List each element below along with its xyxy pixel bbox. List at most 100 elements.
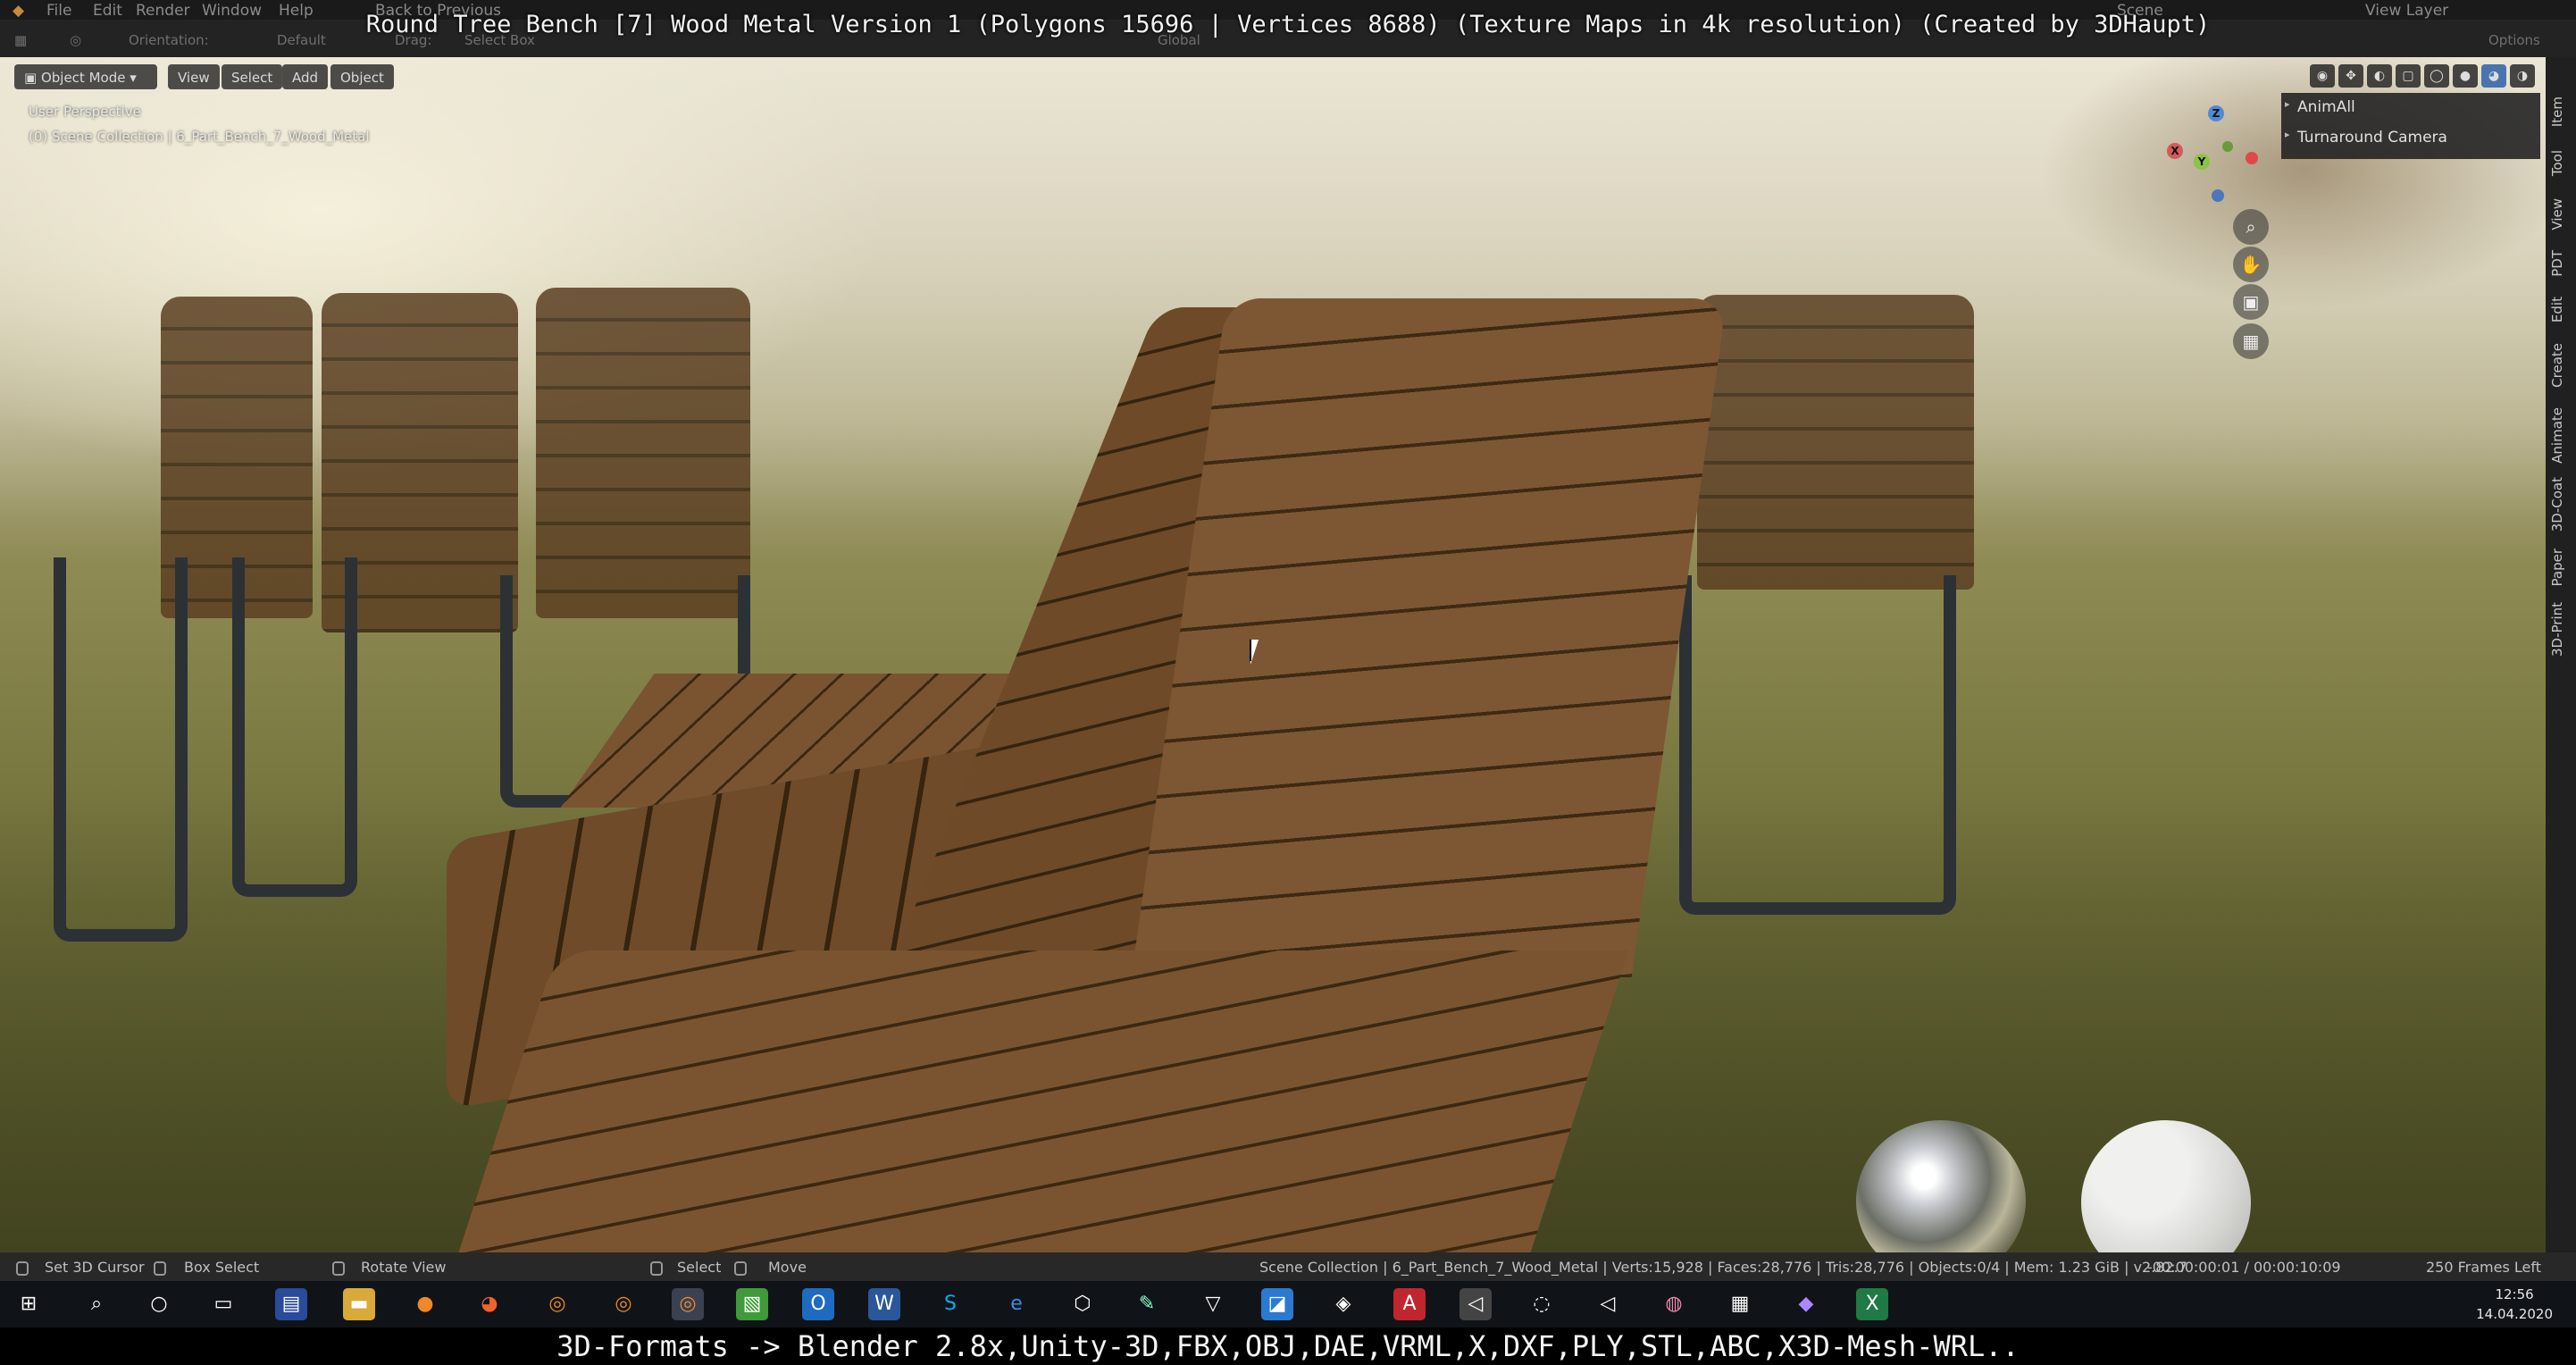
save-app-icon[interactable]: ▤ bbox=[275, 1288, 307, 1320]
gizmo-z-axis[interactable]: Z bbox=[2208, 105, 2224, 121]
tab-view[interactable]: View bbox=[2549, 198, 2572, 230]
perspective-grid-icon[interactable]: ▦ bbox=[2233, 323, 2269, 359]
status-move: Move bbox=[768, 1259, 807, 1276]
tab-3d-print[interactable]: 3D-Print bbox=[2549, 602, 2572, 657]
mouse-left-icon bbox=[650, 1259, 663, 1276]
unity-icon[interactable]: ◁ bbox=[1459, 1288, 1492, 1320]
skype-icon[interactable]: S bbox=[934, 1288, 966, 1320]
sidebar-panel: ▸ AnimAll ▸ Turnaround Camera bbox=[2281, 93, 2540, 159]
add-menu[interactable]: Add bbox=[282, 64, 329, 89]
gizmo-neg-y[interactable] bbox=[2222, 141, 2233, 152]
panel-turnaround-camera[interactable]: ▸ Turnaround Camera bbox=[2285, 129, 2447, 147]
bench-leg bbox=[232, 557, 357, 897]
bench-leg bbox=[54, 557, 188, 942]
object-mode-icon: ▣ bbox=[24, 70, 41, 86]
maps-icon[interactable]: ◆ bbox=[1790, 1288, 1822, 1320]
material-shading-icon[interactable]: ◕ bbox=[2481, 64, 2506, 88]
overlay-toggle-icon[interactable]: ◐ bbox=[2367, 64, 2392, 88]
task-view-icon[interactable]: ▭ bbox=[207, 1288, 239, 1320]
pan-hand-icon[interactable]: ✋ bbox=[2233, 247, 2269, 282]
status-set-cursor: Set 3D Cursor bbox=[45, 1259, 145, 1276]
status-select: Select bbox=[677, 1259, 722, 1276]
select-menu[interactable]: Select bbox=[222, 64, 283, 89]
wireframe-shading-icon[interactable]: ◯ bbox=[2424, 64, 2449, 88]
xray-toggle-icon[interactable]: ▢ bbox=[2396, 64, 2421, 88]
view-menu[interactable]: View bbox=[168, 64, 220, 89]
mouse-left-icon bbox=[16, 1259, 29, 1276]
mouse-cursor-icon bbox=[1250, 640, 1259, 665]
object-mode-label: Object Mode bbox=[40, 70, 126, 86]
app-icon[interactable]: ◪ bbox=[1261, 1288, 1293, 1320]
box-3d-icon[interactable]: ⬡ bbox=[1066, 1288, 1099, 1320]
search-icon[interactable]: ⌕ bbox=[80, 1288, 113, 1320]
video-subtitle-overlay: 3D-Formats -> Blender 2.8x,Unity-3D,FBX,… bbox=[0, 1327, 2576, 1365]
file-explorer-icon[interactable]: ▬ bbox=[343, 1288, 375, 1320]
video-title-overlay: Round Tree Bench [7] Wood Metal Version … bbox=[365, 11, 2211, 38]
panel-animall-label: AnimAll bbox=[2297, 98, 2355, 116]
object-mode-dropdown[interactable]: ▣ Object Mode ▾ bbox=[14, 64, 157, 89]
taskbar-clock[interactable]: 12:56 14.04.2020 bbox=[2476, 1285, 2553, 1324]
tab-tool[interactable]: Tool bbox=[2549, 150, 2572, 176]
gizmo-neg-x[interactable] bbox=[2246, 152, 2258, 164]
status-box-select: Box Select bbox=[184, 1259, 260, 1276]
navigation-gizmo[interactable]: Z X Y bbox=[2162, 105, 2269, 204]
mouse-right-icon bbox=[332, 1259, 345, 1276]
chevron-down-icon: ▾ bbox=[125, 70, 137, 86]
bench-seat-main[interactable] bbox=[443, 950, 1629, 1252]
tab-animate[interactable]: Animate bbox=[2549, 407, 2572, 464]
viewport-shading-controls: ◉ ✥ ◐ ▢ ◯ ● ◕ ◑ bbox=[2310, 64, 2535, 89]
bench-backrest-main[interactable] bbox=[1131, 298, 1727, 977]
windows-taskbar: ⊞ ⌕ ○ ▭ ▤ ▬ ● ◕ ◎ ◎ ◎ ▧ O W S e ⬡ ✎ ▽ ◪ … bbox=[0, 1281, 2576, 1327]
gizmo-toggle-icon[interactable]: ✥ bbox=[2338, 64, 2363, 88]
bench-leg bbox=[1679, 575, 1956, 915]
expand-triangle-icon: ▸ bbox=[2285, 98, 2290, 110]
status-rotate-view: Rotate View bbox=[361, 1259, 447, 1276]
bench-chair-back[interactable] bbox=[536, 288, 750, 618]
edge-icon[interactable]: e bbox=[1000, 1288, 1033, 1320]
blender-active-icon[interactable]: ◎ bbox=[672, 1288, 704, 1320]
green-app-icon[interactable]: ▧ bbox=[736, 1288, 768, 1320]
unity-icon[interactable]: ◁ bbox=[1592, 1288, 1624, 1320]
panel-animall[interactable]: ▸ AnimAll bbox=[2285, 98, 2355, 116]
tab-pdt[interactable]: PDT bbox=[2549, 250, 2572, 277]
3d-viewport[interactable] bbox=[0, 57, 2546, 1252]
firefox-icon[interactable]: ◕ bbox=[473, 1288, 506, 1320]
excel-icon[interactable]: X bbox=[1856, 1288, 1888, 1320]
object-menu[interactable]: Object bbox=[330, 64, 394, 89]
unity-hub-icon[interactable]: ◌ bbox=[1526, 1288, 1558, 1320]
expand-triangle-icon: ▸ bbox=[2285, 129, 2290, 140]
rendered-shading-icon[interactable]: ◑ bbox=[2510, 64, 2535, 88]
tab-edit[interactable]: Edit bbox=[2549, 297, 2572, 322]
outlook-icon[interactable]: O bbox=[802, 1288, 834, 1320]
calculator-icon[interactable]: ▦ bbox=[1724, 1288, 1756, 1320]
mouse-middle-icon bbox=[154, 1259, 166, 1276]
gizmo-neg-z[interactable] bbox=[2212, 189, 2224, 202]
mouse-drag-icon bbox=[734, 1259, 747, 1276]
solid-shading-icon[interactable]: ● bbox=[2453, 64, 2478, 88]
substance-icon[interactable]: ◈ bbox=[1327, 1288, 1359, 1320]
gizmo-y-axis[interactable]: Y bbox=[2194, 154, 2210, 170]
gizmo-x-axis[interactable]: X bbox=[2167, 143, 2183, 159]
acrobat-icon[interactable]: A bbox=[1393, 1288, 1426, 1320]
tab-item[interactable]: Item bbox=[2549, 96, 2572, 127]
app-window: ◆ File Edit Render Window Help Back to P… bbox=[0, 0, 2576, 1365]
timecode: -00:00:00:01 / 00:00:10:09 bbox=[2147, 1259, 2341, 1276]
tab-create[interactable]: Create bbox=[2549, 343, 2572, 388]
zoom-icon[interactable]: ⌕ bbox=[2233, 209, 2269, 245]
tab-paper[interactable]: Paper bbox=[2549, 549, 2572, 586]
bench-chair-back[interactable] bbox=[1697, 295, 1974, 590]
blender-icon[interactable]: ◎ bbox=[541, 1288, 573, 1320]
visibility-icon[interactable]: ◉ bbox=[2310, 64, 2335, 88]
sketch-icon[interactable]: ✎ bbox=[1131, 1288, 1163, 1320]
panel-turnaround-label: Turnaround Camera bbox=[2297, 129, 2447, 147]
paint-icon[interactable]: ◍ bbox=[1658, 1288, 1690, 1320]
windows-start-icon[interactable]: ⊞ bbox=[13, 1288, 45, 1320]
blender-orange-icon[interactable]: ● bbox=[409, 1288, 441, 1320]
viewport-collection-label: (0) Scene Collection | 6_Part_Bench_7_Wo… bbox=[29, 129, 370, 145]
word-icon[interactable]: W bbox=[868, 1288, 900, 1320]
cortana-icon[interactable]: ○ bbox=[143, 1288, 175, 1320]
camera-view-icon[interactable]: ▣ bbox=[2233, 284, 2269, 320]
tab-3d-coat[interactable]: 3D-Coat bbox=[2549, 477, 2572, 532]
vectary-icon[interactable]: ▽ bbox=[1197, 1288, 1229, 1320]
blender-icon[interactable]: ◎ bbox=[607, 1288, 640, 1320]
